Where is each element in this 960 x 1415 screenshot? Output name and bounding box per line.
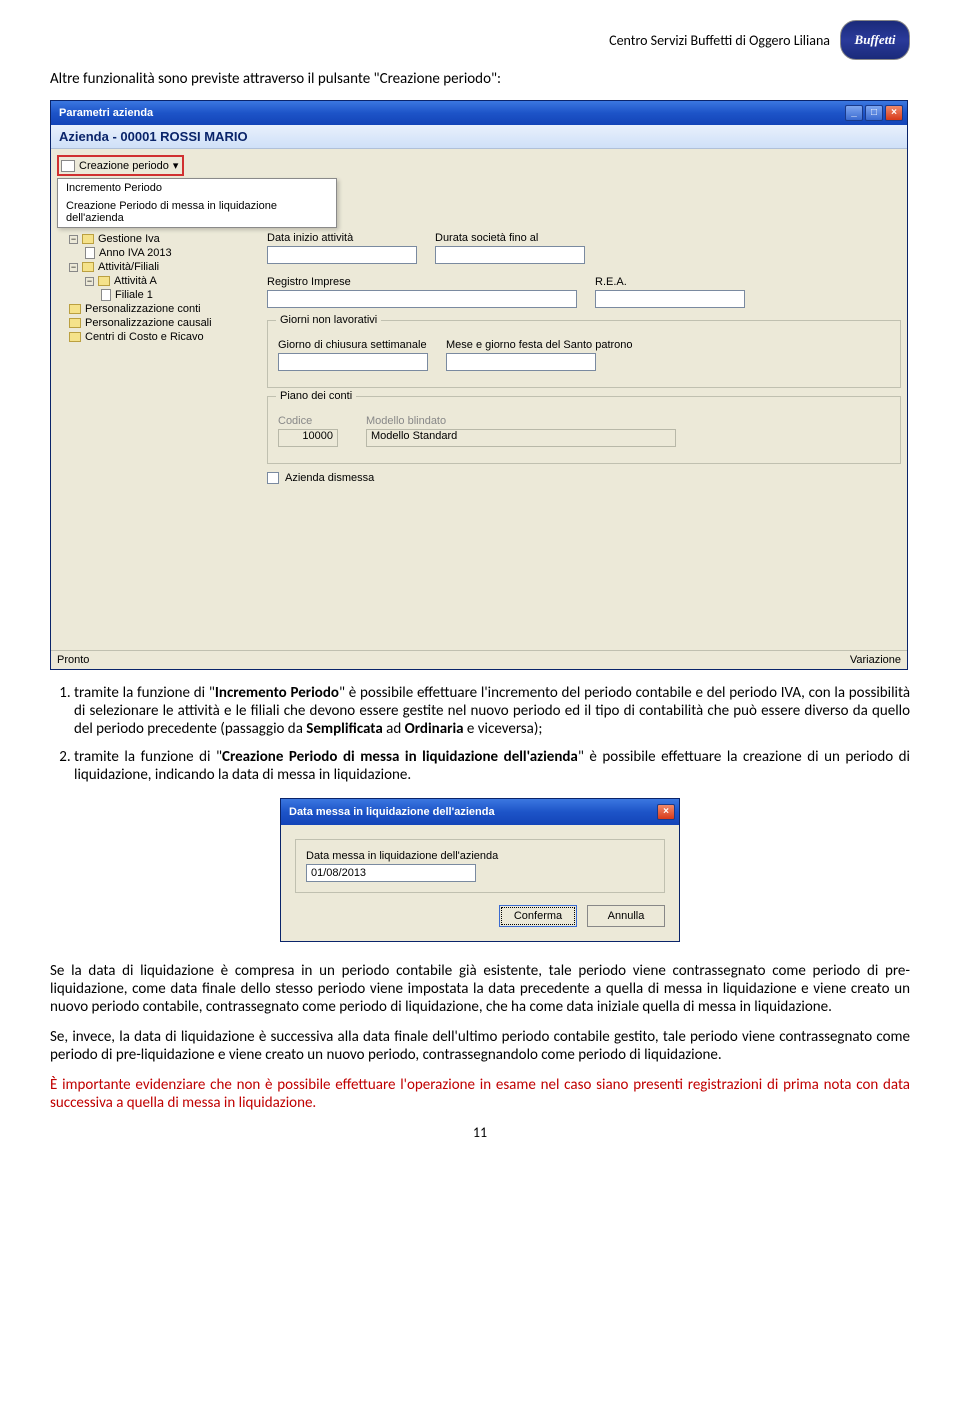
tree-gestione-iva[interactable]: −Gestione Iva <box>57 232 257 246</box>
dialog-title: Data messa in liquidazione dell'azienda <box>289 806 495 818</box>
paragraph-2: Se, invece, la data di liquidazione è su… <box>50 1028 910 1064</box>
label-chiusura: Giorno di chiusura settimanale <box>278 339 428 351</box>
intro-text: Altre funzionalità sono previste attrave… <box>50 70 910 88</box>
tree-pers-conti[interactable]: Personalizzazione conti <box>57 302 257 316</box>
list-item-2: tramite la funzione di "Creazione Period… <box>74 748 910 784</box>
tree-centri-costo[interactable]: Centri di Costo e Ricavo <box>57 330 257 344</box>
dialog-data-liquidazione: Data messa in liquidazione dell'azienda … <box>280 798 680 942</box>
folder-icon <box>69 332 81 342</box>
label-modello-blindato: Modello blindato <box>366 415 676 427</box>
numbered-list: tramite la funzione di "Incremento Perio… <box>74 684 910 784</box>
paragraph-1: Se la data di liquidazione è compresa in… <box>50 962 910 1016</box>
tree-attivita-filiali[interactable]: −Attività/Filiali <box>57 260 257 274</box>
close-icon[interactable]: × <box>885 105 903 121</box>
input-data-inizio[interactable] <box>267 246 417 264</box>
tree-pers-causali[interactable]: Personalizzazione causali <box>57 316 257 330</box>
folder-icon <box>82 234 94 244</box>
conferma-button[interactable]: Conferma <box>499 905 577 927</box>
annulla-button[interactable]: Annulla <box>587 905 665 927</box>
maximize-icon[interactable]: □ <box>865 105 883 121</box>
label-rea: R.E.A. <box>595 276 745 288</box>
parametri-azienda-window: Parametri azienda _ □ × Azienda - 00001 … <box>50 100 908 670</box>
page-icon <box>85 247 95 259</box>
warning-paragraph: È importante evidenziare che non è possi… <box>50 1076 910 1112</box>
page-icon <box>101 289 111 301</box>
value-modello: Modello Standard <box>366 429 676 447</box>
input-durata[interactable] <box>435 246 585 264</box>
label-durata: Durata società fino al <box>435 232 585 244</box>
label-registro: Registro Imprese <box>267 276 577 288</box>
folder-icon <box>98 276 110 286</box>
checkbox-azienda-dismessa[interactable] <box>267 472 279 484</box>
chevron-down-icon: ▾ <box>173 159 179 172</box>
window-subtitle: Azienda - 00001 ROSSI MARIO <box>51 125 907 149</box>
menu-creazione-liquidazione[interactable]: Creazione Periodo di messa in liquidazio… <box>58 197 336 227</box>
close-icon[interactable]: × <box>657 804 675 820</box>
group-piano-dei-conti: Piano dei conti Codice10000 Modello blin… <box>267 396 901 464</box>
input-rea[interactable] <box>595 290 745 308</box>
creazione-periodo-button[interactable]: Creazione periodo ▾ <box>57 155 184 176</box>
tree-attivita-a[interactable]: −Attività A <box>57 274 257 288</box>
minimize-icon[interactable]: _ <box>845 105 863 121</box>
buffetti-logo: Buffetti <box>840 20 910 60</box>
menu-incremento-periodo[interactable]: Incremento Periodo <box>58 179 336 197</box>
status-pronto: Pronto <box>57 654 89 666</box>
tree-anno-iva[interactable]: Anno IVA 2013 <box>57 246 257 260</box>
folder-icon <box>69 318 81 328</box>
folder-icon <box>69 304 81 314</box>
input-santo[interactable] <box>446 353 596 371</box>
input-chiusura[interactable] <box>278 353 428 371</box>
calendar-icon <box>61 160 75 172</box>
tree-filiale1[interactable]: Filiale 1 <box>57 288 257 302</box>
nav-tree: −Gestione Iva Anno IVA 2013 −Attività/Fi… <box>57 232 257 484</box>
value-codice: 10000 <box>278 429 338 447</box>
group-giorni-non-lavorativi: Giorni non lavorativi Giorno di chiusura… <box>267 320 901 388</box>
window-title: Parametri azienda <box>59 107 153 119</box>
creazione-periodo-label: Creazione periodo <box>79 160 169 172</box>
dialog-field-label: Data messa in liquidazione dell'azienda <box>306 850 654 862</box>
list-item-1: tramite la funzione di "Incremento Perio… <box>74 684 910 738</box>
label-data-inizio: Data inizio attività <box>267 232 417 244</box>
input-registro[interactable] <box>267 290 577 308</box>
window-titlebar: Parametri azienda _ □ × <box>51 101 907 125</box>
header-org: Centro Servizi Buffetti di Oggero Lilian… <box>609 32 830 49</box>
page-number: 11 <box>50 1124 910 1141</box>
input-data-liquidazione[interactable]: 01/08/2013 <box>306 864 476 882</box>
label-azienda-dismessa: Azienda dismessa <box>285 472 374 484</box>
label-santo: Mese e giorno festa del Santo patrono <box>446 339 633 351</box>
label-codice: Codice <box>278 415 348 427</box>
creazione-periodo-menu: Incremento Periodo Creazione Periodo di … <box>57 178 337 228</box>
status-variazione: Variazione <box>850 654 901 666</box>
folder-icon <box>82 262 94 272</box>
